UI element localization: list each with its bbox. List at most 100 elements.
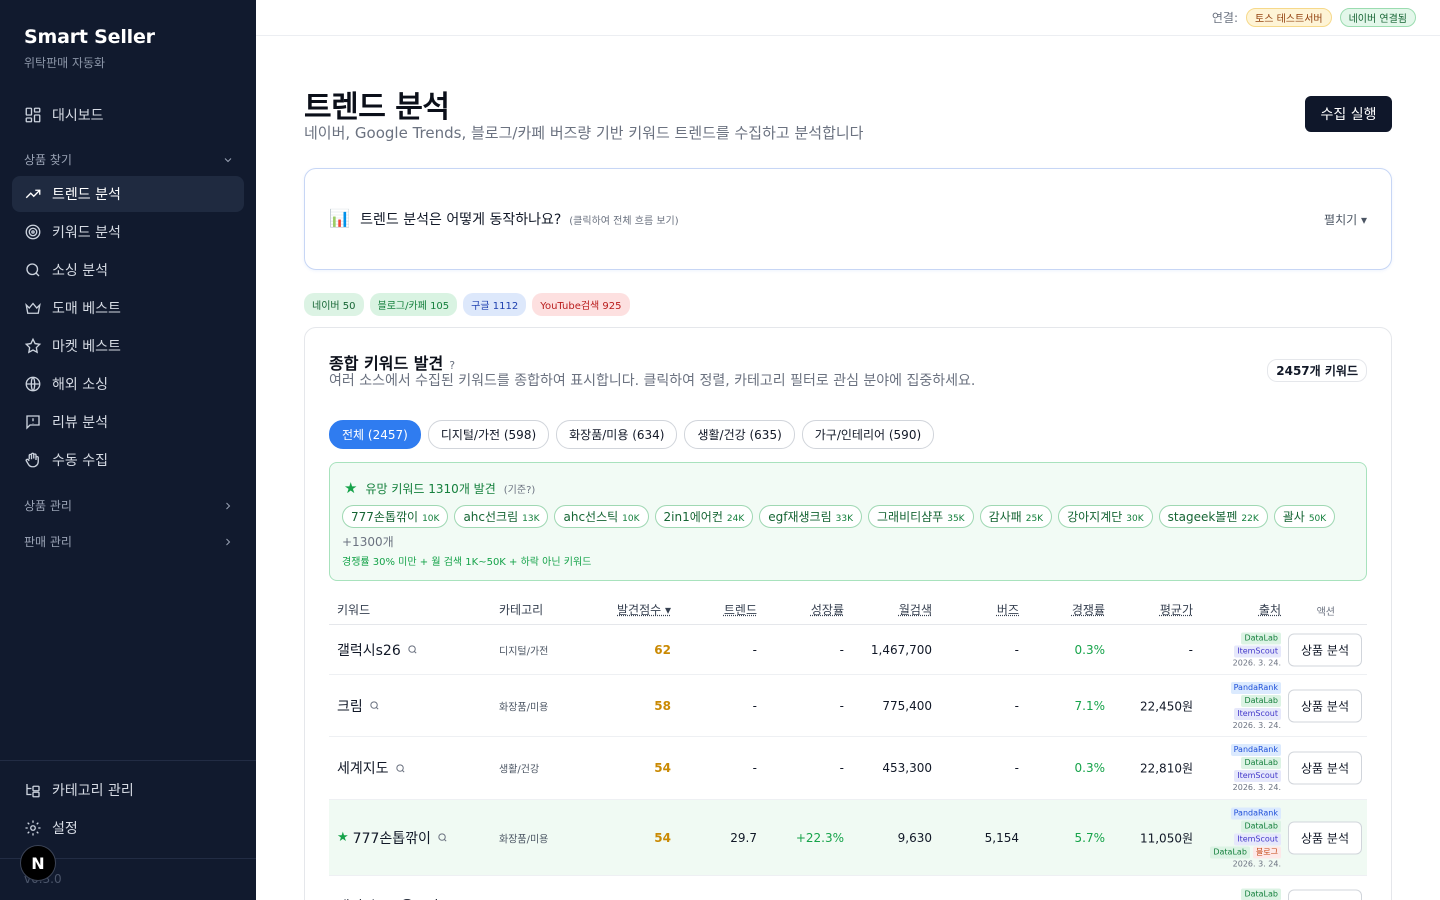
source-cell: PandaRank DataLab ItemScout DataLab 블로그 2026.… [1210,807,1281,868]
sidebar-item-label: 트렌드 분석 [52,184,121,204]
sidebar-item-trend[interactable]: 트렌드 분석 [12,176,244,212]
action-cell: 상품 분석 [1288,889,1362,900]
search-icon[interactable] [395,763,406,774]
sidebar-section-find[interactable]: 상품 찾기 [24,151,234,168]
tab-living[interactable]: 생활/건강 (635) [684,420,794,449]
buzz-cell: - [1015,699,1019,713]
sidebar-item-manual[interactable]: 수동 수집 [12,442,244,478]
price-cell: 22,810원 [1140,760,1193,777]
source-tag: DataLab [1241,820,1281,832]
tab-cosmetics[interactable]: 화장품/미용 (634) [556,420,677,449]
chip-volume: 35K [947,514,964,524]
keyword-cell[interactable]: 갤럭시s26 [337,640,418,660]
gear-icon [24,819,42,837]
tab-furniture[interactable]: 가구/인테리어 (590) [802,420,934,449]
expand-toggle[interactable]: 펼치기 ▾ [1324,211,1367,228]
sidebar-item-wholesale[interactable]: 도매 베스트 [12,290,244,326]
crown-icon [24,299,42,317]
category-cell: 화장품/미용 [499,830,548,845]
col-growth[interactable]: 성장률 [811,601,844,618]
col-action: 액션 [1317,603,1335,618]
source-tag: DataLab [1210,846,1250,858]
product-analysis-button[interactable]: 상품 분석 [1288,821,1362,854]
chip-keyword: 괄사 [1283,510,1305,524]
promising-chip[interactable]: 감사패 25K [980,505,1052,528]
top-bar: 연결: 토스 테스트서버 네이버 연결됨 [256,0,1440,36]
sidebar-item-dashboard[interactable]: 대시보드 [12,97,244,133]
product-analysis-button[interactable]: 상품 분석 [1288,889,1362,900]
promising-chip[interactable]: ahc선스틱 10K [554,505,648,528]
source-tag: PandaRank [1231,744,1281,756]
promising-chip[interactable]: 괄사 50K [1274,505,1335,528]
search-icon[interactable] [437,832,448,843]
section-label: 판매 관리 [24,533,72,550]
keyword-cell[interactable]: 갤럭시s26울트라 [337,896,456,900]
competition-cell: 0.3% [1075,643,1106,657]
date-label: 2026. 3. 24. [1233,721,1281,730]
table-row[interactable]: 크림 화장품/미용 58 - - 775,400 - 7.1% 22,450원 … [329,675,1367,737]
promising-chip[interactable]: 그래비티샴푸 35K [868,505,974,528]
sidebar-item-keyword[interactable]: 키워드 분석 [12,214,244,250]
sidebar-item-category[interactable]: 카테고리 관리 [12,772,244,808]
col-score[interactable]: 발견점수 ▾ [617,601,671,618]
product-analysis-button[interactable]: 상품 분석 [1288,689,1362,722]
chip-volume: 25K [1026,514,1043,524]
sidebar-item-sourcing[interactable]: 소싱 분석 [12,252,244,288]
table-row[interactable]: 갤럭시s26 디지털/가전 62 - - 1,467,700 - 0.3% - … [329,625,1367,675]
product-analysis-button[interactable]: 상품 분석 [1288,752,1362,785]
promising-keywords-panel: ★ 유망 키워드 1310개 발견 (기준?) 777손톱깎이 10K ahc선크림… [329,462,1367,581]
chip-keyword: 777손톱깎이 [351,510,418,524]
promising-chip[interactable]: ahc선크림 13K [454,505,548,528]
tab-digital[interactable]: 디지털/가전 (598) [428,420,549,449]
table-row[interactable]: ★ 777손톱깎이 화장품/미용 54 29.7 +22.3% 9,630 5,1… [329,800,1367,876]
score-cell: 54 [654,831,671,845]
how-it-works-card[interactable]: 📊 트렌드 분석은 어떻게 동작하나요? (클릭하여 전체 흐름 보기) 펼치기… [304,168,1392,270]
source-tag: DataLab [1241,757,1281,769]
keyword-cell[interactable]: ★ 777손톱깎이 [337,828,448,848]
product-analysis-button[interactable]: 상품 분석 [1288,633,1362,666]
more-count[interactable]: +1300개 [342,533,394,550]
sidebar-item-settings[interactable]: 설정 [12,810,244,846]
source-tag: DataLab [1241,695,1281,707]
buzz-cell: - [1015,643,1019,657]
score-cell: 54 [654,761,671,775]
table-row[interactable]: 갤럭시s26울트라 디지털/가전 51 - - 828,300 - 0.3% -… [329,876,1367,900]
sidebar-section-sales[interactable]: 판매 관리 [24,533,234,550]
sidebar-item-overseas[interactable]: 해외 소싱 [12,366,244,402]
promising-chip[interactable]: 777손톱깎이 10K [342,505,448,528]
sidebar-item-review[interactable]: 리뷰 분석 [12,404,244,440]
volume-cell: 453,300 [882,761,932,775]
promising-chip[interactable]: egf재생크림 33K [759,505,862,528]
run-collection-button[interactable]: 수집 실행 [1305,96,1392,132]
keyword-cell[interactable]: 세계지도 [337,758,406,778]
promising-chip[interactable]: 2in1에어컨 24K [655,505,754,528]
col-price[interactable]: 평균가 [1160,601,1193,618]
chevron-right-icon [222,536,234,548]
source-cell: PandaRank DataLab ItemScout 2026. 3. 24. [1231,682,1281,730]
table-header: 키워드 카테고리 발견점수 ▾ 트렌드 성장률 월검색 버즈 경쟁률 평균가 출… [329,591,1367,625]
tab-all[interactable]: 전체 (2457) [329,420,421,449]
col-volume[interactable]: 월검색 [899,601,932,618]
brand: Smart Seller 위탁판매 자동화 [24,26,155,71]
promising-chip[interactable]: 강아지계단 30K [1058,505,1153,528]
col-source[interactable]: 출처 [1259,601,1281,618]
keyword-cell[interactable]: 크림 [337,696,380,716]
sidebar-item-market[interactable]: 마켓 베스트 [12,328,244,364]
search-icon[interactable] [369,700,380,711]
table-row[interactable]: 세계지도 생활/건강 54 - - 453,300 - 0.3% 22,810원… [329,737,1367,800]
dev-badge[interactable]: N [20,845,56,881]
discovery-description: 여러 소스에서 수집된 키워드를 종합하여 표시합니다. 클릭하여 정렬, 카테… [329,370,975,390]
sidebar-section-manage[interactable]: 상품 관리 [24,497,234,514]
promising-chip[interactable]: stageek볼펜 22K [1159,505,1268,528]
col-buzz[interactable]: 버즈 [997,601,1019,618]
date-label: 2026. 3. 24. [1233,658,1281,667]
col-keyword[interactable]: 키워드 [337,601,370,618]
col-category[interactable]: 카테고리 [499,601,543,618]
sidebar-item-label: 카테고리 관리 [52,780,134,800]
col-competition[interactable]: 경쟁률 [1072,601,1105,618]
col-trend[interactable]: 트렌드 [724,601,757,618]
search-icon[interactable] [407,644,418,655]
grid-icon [24,106,42,124]
naver-status-badge: 네이버 연결됨 [1340,8,1416,27]
criteria-link[interactable]: (기준?) [504,481,536,496]
